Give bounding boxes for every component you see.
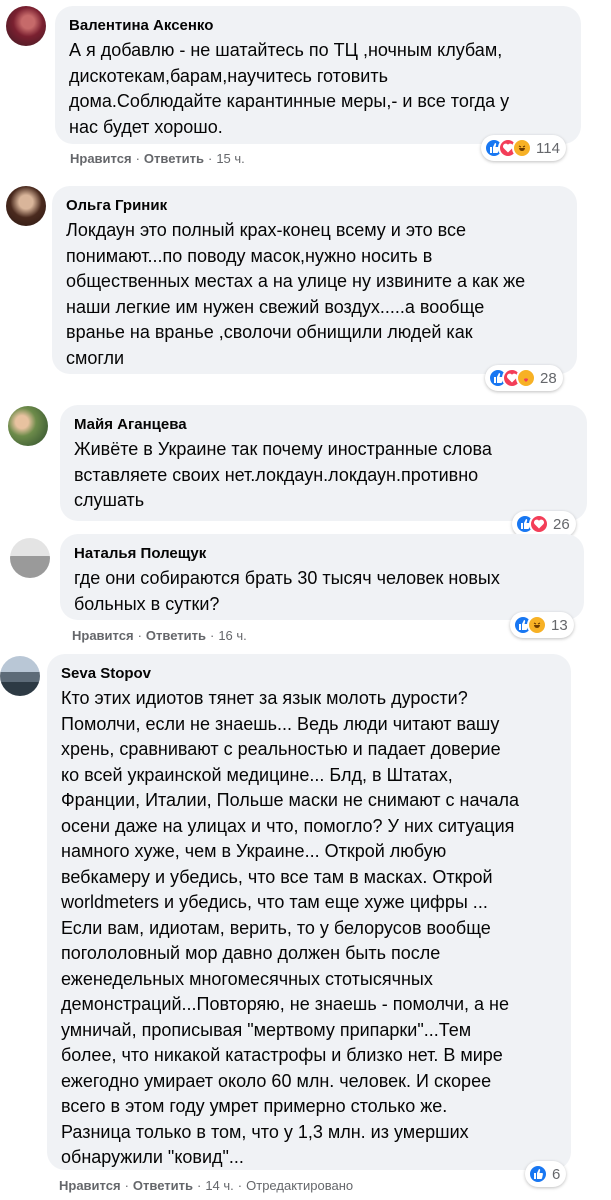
- comment-text: Локдаун это полный крах-конец всему и эт…: [66, 220, 526, 368]
- edited-label[interactable]: Отредактировано: [246, 1178, 353, 1193]
- like-button[interactable]: Нравится: [72, 628, 134, 643]
- comment-bubble: Майя Аганцева Живёте в Украине так почем…: [60, 405, 587, 521]
- avatar[interactable]: [6, 6, 46, 46]
- haha-reaction-icon: [512, 138, 532, 158]
- haha-reaction-icon: [527, 615, 547, 635]
- comment-author[interactable]: Наталья Полещук: [74, 544, 570, 564]
- reaction-count: 26: [553, 515, 570, 533]
- reactions-summary[interactable]: 28: [485, 365, 563, 391]
- avatar[interactable]: [8, 406, 48, 446]
- reaction-count: 114: [536, 139, 560, 157]
- like-reaction-icon: [528, 1164, 548, 1184]
- comment-text: Живёте в Украине так почему иностранные …: [74, 439, 492, 510]
- reply-button[interactable]: Ответить: [133, 1178, 193, 1193]
- comment-author[interactable]: Ольга Гриник: [66, 196, 563, 216]
- comment-time[interactable]: 15 ч.: [216, 151, 244, 166]
- avatar[interactable]: [10, 538, 50, 578]
- comment-author[interactable]: Валентина Аксенко: [69, 16, 567, 36]
- reply-button[interactable]: Ответить: [146, 628, 206, 643]
- comment-author[interactable]: Seva Stopov: [61, 664, 557, 684]
- comment-author[interactable]: Майя Аганцева: [74, 415, 573, 435]
- care-reaction-icon: [516, 368, 536, 388]
- comment-text: где они собираются брать 30 тысяч челове…: [74, 568, 500, 614]
- comment-actions: Нравится · Ответить · 16 ч.: [72, 628, 247, 643]
- comment-actions: Нравится · Ответить · 15 ч.: [70, 151, 245, 166]
- comment-time[interactable]: 14 ч.: [205, 1178, 233, 1193]
- reactions-summary[interactable]: 114: [481, 135, 566, 161]
- comment-bubble: Ольга Гриник Локдаун это полный крах-кон…: [52, 186, 577, 374]
- comment-text: Кто этих идиотов тянет за язык молоть ду…: [61, 688, 520, 1167]
- comment-actions: Нравится · Ответить · 14 ч. · Отредактировано: [59, 1178, 354, 1193]
- reaction-count: 6: [552, 1165, 561, 1183]
- reaction-count: 28: [540, 369, 557, 387]
- comment-text: А я добавлю - не шатайтесь по ТЦ ,ночным…: [69, 40, 510, 137]
- comment-bubble: Наталья Полещук где они собираются брать…: [60, 534, 584, 620]
- reaction-count: 13: [551, 616, 568, 634]
- avatar[interactable]: [6, 186, 46, 226]
- comment-bubble: Seva Stopov Кто этих идиотов тянет за яз…: [47, 654, 571, 1170]
- avatar[interactable]: [0, 656, 40, 696]
- comment-bubble: Валентина Аксенко А я добавлю - не шатай…: [55, 6, 581, 144]
- reply-button[interactable]: Ответить: [144, 151, 204, 166]
- like-button[interactable]: Нравится: [59, 1178, 121, 1193]
- comment-time[interactable]: 16 ч.: [218, 628, 246, 643]
- reactions-summary[interactable]: 6: [525, 1161, 567, 1187]
- reactions-summary[interactable]: 13: [510, 612, 574, 638]
- like-button[interactable]: Нравится: [70, 151, 132, 166]
- love-reaction-icon: [529, 514, 549, 534]
